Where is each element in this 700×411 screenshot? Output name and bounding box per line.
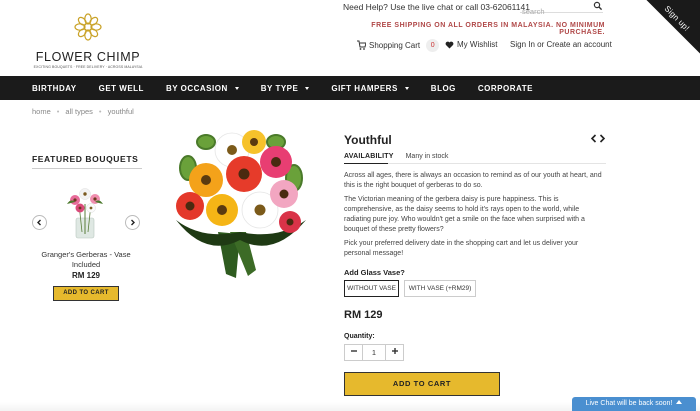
chevron-right-icon: [131, 219, 135, 226]
description-paragraph: Pick your preferred delivery date in the…: [344, 240, 579, 257]
add-to-cart-button[interactable]: ADD TO CART: [344, 372, 500, 396]
breadcrumb-separator: •: [56, 107, 60, 116]
featured-prev-button[interactable]: [32, 215, 47, 230]
caret-up-icon: [676, 400, 683, 404]
flower-logo-icon: [74, 13, 102, 41]
nav-item-corporate[interactable]: CORPORATE: [478, 84, 533, 93]
logo[interactable]: FLOWER CHIMP EXCITING BOUQUETS · FREE DE…: [28, 12, 148, 69]
quantity-stepper: 1: [344, 344, 404, 361]
heart-icon: [445, 41, 454, 48]
cart-label: Shopping Cart: [369, 41, 421, 50]
featured-add-to-cart-button[interactable]: ADD TO CART: [53, 286, 119, 301]
divider: [388, 163, 606, 164]
nav-item-by-type[interactable]: BY TYPE: [261, 84, 310, 93]
description-paragraph: Across all ages, there is always an occa…: [344, 172, 602, 189]
description-paragraph: The Victorian meaning of the gerbera dai…: [344, 196, 585, 233]
search-icon[interactable]: [593, 1, 603, 11]
help-text: Need Help? Use the live chat or call 03-…: [343, 2, 530, 12]
cart-count-badge: 0: [426, 39, 440, 52]
featured-bouquets-title: FEATURED BOUQUETS: [32, 154, 139, 164]
minus-icon: [350, 350, 357, 352]
wishlist-label: My Wishlist: [457, 40, 498, 49]
tab-underline: [344, 163, 388, 164]
chevron-left-icon[interactable]: [590, 134, 598, 143]
vase-option-with[interactable]: WITH VASE (+RM29): [404, 280, 476, 297]
main-nav: BIRTHDAY GET WELL BY OCCASION BY TYPE GI…: [0, 76, 700, 100]
product-title: Youthful: [344, 133, 392, 147]
breadcrumb-all-types[interactable]: all types: [65, 107, 93, 116]
featured-item-price: RM 129: [71, 271, 100, 280]
caret-down-icon: [404, 86, 409, 90]
availability: AVAILABILITY Many in stock: [344, 153, 448, 160]
live-chat-tab[interactable]: Live Chat will be back soon!: [572, 397, 696, 411]
product-image[interactable]: [166, 128, 314, 280]
wishlist-link[interactable]: My Wishlist: [445, 40, 497, 49]
caret-down-icon: [234, 86, 239, 90]
promo-banner: FREE SHIPPING ON ALL ORDERS IN MALAYSIA.…: [371, 22, 605, 36]
plus-icon: [391, 348, 398, 354]
featured-next-button[interactable]: [125, 215, 140, 230]
breadcrumb-separator: •: [98, 107, 102, 116]
nav-item-blog[interactable]: BLOG: [431, 84, 456, 93]
caret-down-icon: [305, 86, 310, 90]
quantity-increase-button[interactable]: [386, 345, 403, 360]
quantity-label: Quantity:: [344, 333, 375, 340]
nav-item-by-occasion[interactable]: BY OCCASION: [166, 84, 239, 93]
chevron-right-icon[interactable]: [598, 134, 606, 143]
breadcrumb-home[interactable]: home: [32, 107, 51, 116]
chevron-left-icon: [37, 219, 41, 226]
quantity-decrease-button[interactable]: [345, 345, 362, 360]
shopping-cart-link[interactable]: Shopping Cart 0: [356, 39, 440, 52]
nav-item-birthday[interactable]: BIRTHDAY: [32, 84, 77, 93]
availability-label: AVAILABILITY: [344, 153, 394, 160]
vase-option-label: Add Glass Vase?: [344, 268, 405, 277]
divider: [32, 168, 142, 169]
cart-icon: [357, 40, 366, 50]
breadcrumb-current: youthful: [107, 107, 134, 116]
account-link[interactable]: Sign In or Create an account: [510, 40, 612, 49]
logo-name: FLOWER CHIMP: [35, 50, 141, 64]
product-pager: [590, 134, 606, 146]
logo-tagline: EXCITING BOUQUETS · FREE DELIVERY · ACRO…: [33, 65, 143, 69]
live-chat-label: Live Chat will be back soon!: [585, 400, 673, 407]
product-page: FLOWER CHIMP EXCITING BOUQUETS · FREE DE…: [0, 0, 700, 411]
availability-value: Many in stock: [405, 153, 449, 160]
nav-item-get-well[interactable]: GET WELL: [99, 84, 144, 93]
nav-item-gift-hampers[interactable]: GIFT HAMPERS: [331, 84, 409, 93]
search-box: [520, 1, 603, 17]
vase-option-without[interactable]: WITHOUT VASE: [344, 280, 399, 297]
product-price: RM 129: [344, 309, 383, 321]
breadcrumb: home • all types • youthful: [32, 107, 134, 116]
featured-item-name[interactable]: Granger's Gerberas - Vase Included: [36, 250, 136, 270]
featured-bouquet-image[interactable]: [63, 184, 107, 240]
search-input[interactable]: [520, 6, 590, 17]
quantity-input[interactable]: 1: [362, 345, 386, 360]
